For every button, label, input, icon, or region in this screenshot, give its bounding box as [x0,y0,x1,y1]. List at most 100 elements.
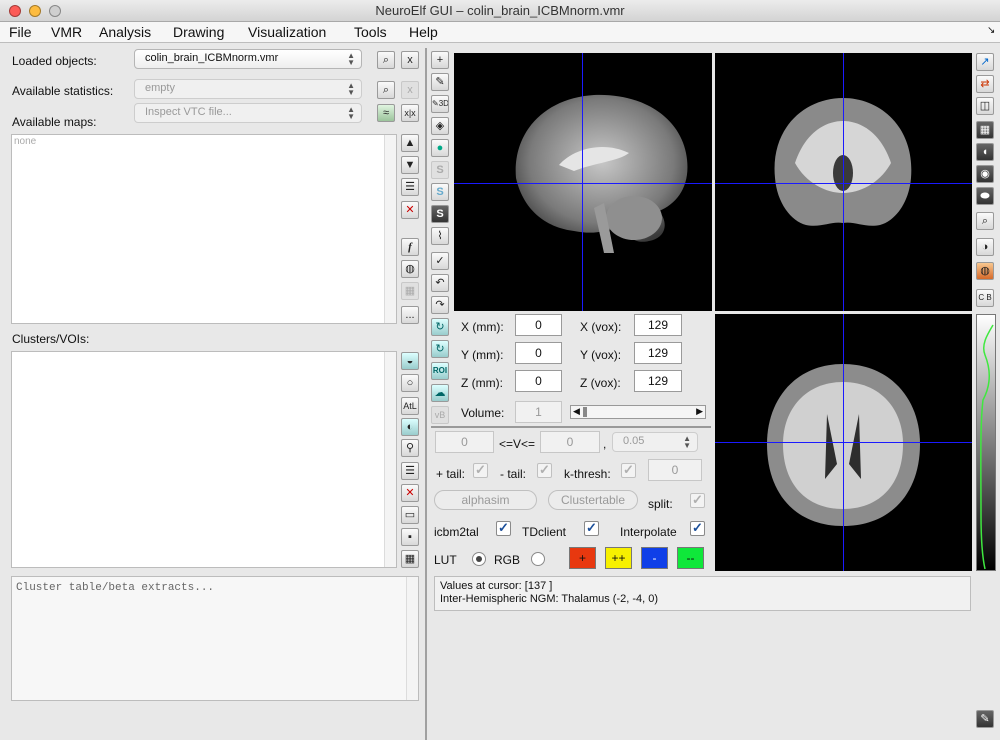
available-maps-select[interactable]: Inspect VTC file... ▲ ▼ [134,103,362,123]
pos-high-color-button[interactable]: ++ [605,547,632,569]
circle-tool-icon[interactable]: ○ [401,374,419,392]
brush-tool-icon[interactable]: ⌇ [431,227,449,245]
inspect-view-icon[interactable]: ⌕ [976,212,994,230]
smooth-tool-icon[interactable]: S [431,161,449,179]
brain-tool-icon[interactable]: ☁ [431,384,449,402]
smooth-dark-tool-icon[interactable]: S [431,205,449,223]
interpolate-checkbox[interactable]: ✓ [690,521,705,536]
inspect-object-button[interactable]: ⌕ [377,51,395,69]
layout-icon[interactable]: ◫ [976,97,994,115]
close-statistics-button[interactable]: x [401,81,419,99]
pencil-tool-icon[interactable]: ✎ [431,73,449,91]
move-down-button[interactable]: ▼ [401,156,419,174]
sagittal-view[interactable] [454,53,712,311]
pos-color-button[interactable]: + [569,547,596,569]
rotate-alt-tool-icon[interactable]: ↻ [431,340,449,358]
axial-view[interactable] [715,314,972,571]
grid-map-button[interactable]: ▦ [401,282,419,300]
icbm2tal-checkbox[interactable]: ✓ [496,521,511,536]
redo-tool-icon[interactable]: ↷ [431,296,449,314]
histogram-strip[interactable] [976,314,996,571]
pencil-3d-tool-icon[interactable]: ✎3D [431,95,449,113]
colorbar-icon[interactable]: C B [976,289,994,307]
kthresh-input[interactable]: 0 [648,459,702,481]
loaded-objects-select[interactable]: colin_brain_ICBMnorm.vmr ▲ ▼ [134,49,362,69]
maps-list-scrollbar[interactable] [384,135,396,323]
coronal-view-icon[interactable]: ◉ [976,165,994,183]
globe-icon[interactable]: ◍ [401,260,419,278]
lower-threshold-input[interactable]: 0 [435,431,494,453]
tdclient-checkbox[interactable]: ✓ [584,521,599,536]
slider-right-arrow-icon[interactable]: ▶ [696,406,703,417]
map-properties-button[interactable]: ☰ [401,178,419,196]
check-tool-icon[interactable]: ✓ [431,252,449,270]
z-mm-input[interactable]: 0 [515,370,562,392]
x-mm-input[interactable]: 0 [515,314,562,336]
menu-visualization[interactable]: Visualization [248,24,326,40]
add-tool-icon[interactable]: ● [431,139,449,157]
alphasim-button[interactable]: alphasim [434,490,537,510]
p-value-select[interactable]: 0.05 ▲ ▼ [612,432,698,452]
navigate-icon[interactable]: ↗ [976,53,994,71]
undo-tool-icon[interactable]: ↶ [431,274,449,292]
crosshair-tool-icon[interactable]: + [431,51,449,69]
zoom-search-icon[interactable]: ⚲ [401,439,419,457]
delete-map-button[interactable]: ✕ [401,201,419,219]
coronal-view[interactable] [715,53,972,311]
menu-file[interactable]: File [9,24,32,40]
slider-thumb[interactable] [583,407,587,417]
close-object-button[interactable]: x [401,51,419,69]
menu-drawing[interactable]: Drawing [173,24,224,40]
close-all-maps-button[interactable]: x|x [401,104,419,122]
z-vox-input[interactable]: 129 [634,370,682,392]
clusters-list-scrollbar[interactable] [384,352,396,567]
vb-tool-icon[interactable]: vB [431,406,449,424]
clusters-list[interactable] [11,351,397,568]
move-up-button[interactable]: ▲ [401,134,419,152]
clustertable-button[interactable]: Clustertable [548,490,638,510]
menu-tools[interactable]: Tools [354,24,387,40]
atlas-button[interactable]: AtL [401,397,419,415]
lut-radio[interactable] [472,552,486,566]
x-vox-input[interactable]: 129 [634,314,682,336]
open-folder-icon[interactable]: ▭ [401,506,419,524]
table-grid-icon[interactable]: ▦ [401,550,419,568]
inspect-statistics-button[interactable]: ⌕ [377,81,395,99]
slider-left-arrow-icon[interactable]: ◀ [573,406,580,417]
rgb-radio[interactable] [531,552,545,566]
inspect-maps-button[interactable]: ≈ [377,104,395,122]
volume-slider[interactable]: ◀ ▶ [570,405,706,419]
fill-tool-icon[interactable]: ◈ [431,117,449,135]
pos-tail-checkbox[interactable]: ✓ [473,463,488,478]
pipette-icon[interactable]: ✎ [976,710,994,728]
menu-vmr[interactable]: VMR [51,24,82,40]
neg-tail-checkbox[interactable]: ✓ [537,463,552,478]
y-mm-input[interactable]: 0 [515,342,562,364]
formula-button[interactable]: f [401,238,419,256]
cluster-properties-button[interactable]: ☰ [401,462,419,480]
swap-views-icon[interactable]: ⇄ [976,75,994,93]
cluster-table-scrollbar[interactable] [406,577,418,700]
neg-high-color-button[interactable]: -- [677,547,704,569]
rotate-tool-icon[interactable]: ↻ [431,318,449,336]
surface-icon[interactable]: ◍ [976,262,994,280]
multi-view-icon[interactable]: ▦ [976,121,994,139]
axial-view-icon[interactable]: ⬬ [976,187,994,205]
cluster-color-icon[interactable]: ◐ [401,418,419,436]
cluster-table-textarea[interactable]: Cluster table/beta extracts... [11,576,419,701]
split-checkbox[interactable]: ✓ [690,493,705,508]
brain-cluster-icon[interactable]: ◒ [401,352,419,370]
render-icon[interactable]: ◑ [976,238,994,256]
panel-divider[interactable] [425,48,427,740]
volume-input[interactable]: 1 [515,401,562,423]
menu-help[interactable]: Help [409,24,438,40]
save-icon[interactable]: ▪ [401,528,419,546]
upper-threshold-input[interactable]: 0 [540,431,600,453]
delete-cluster-button[interactable]: ✕ [401,484,419,502]
more-options-button[interactable]: ... [401,306,419,324]
menu-analysis[interactable]: Analysis [99,24,151,40]
smooth-color-tool-icon[interactable]: S [431,183,449,201]
maps-list[interactable]: none [11,134,397,324]
neg-color-button[interactable]: - [641,547,668,569]
kthresh-checkbox[interactable]: ✓ [621,463,636,478]
